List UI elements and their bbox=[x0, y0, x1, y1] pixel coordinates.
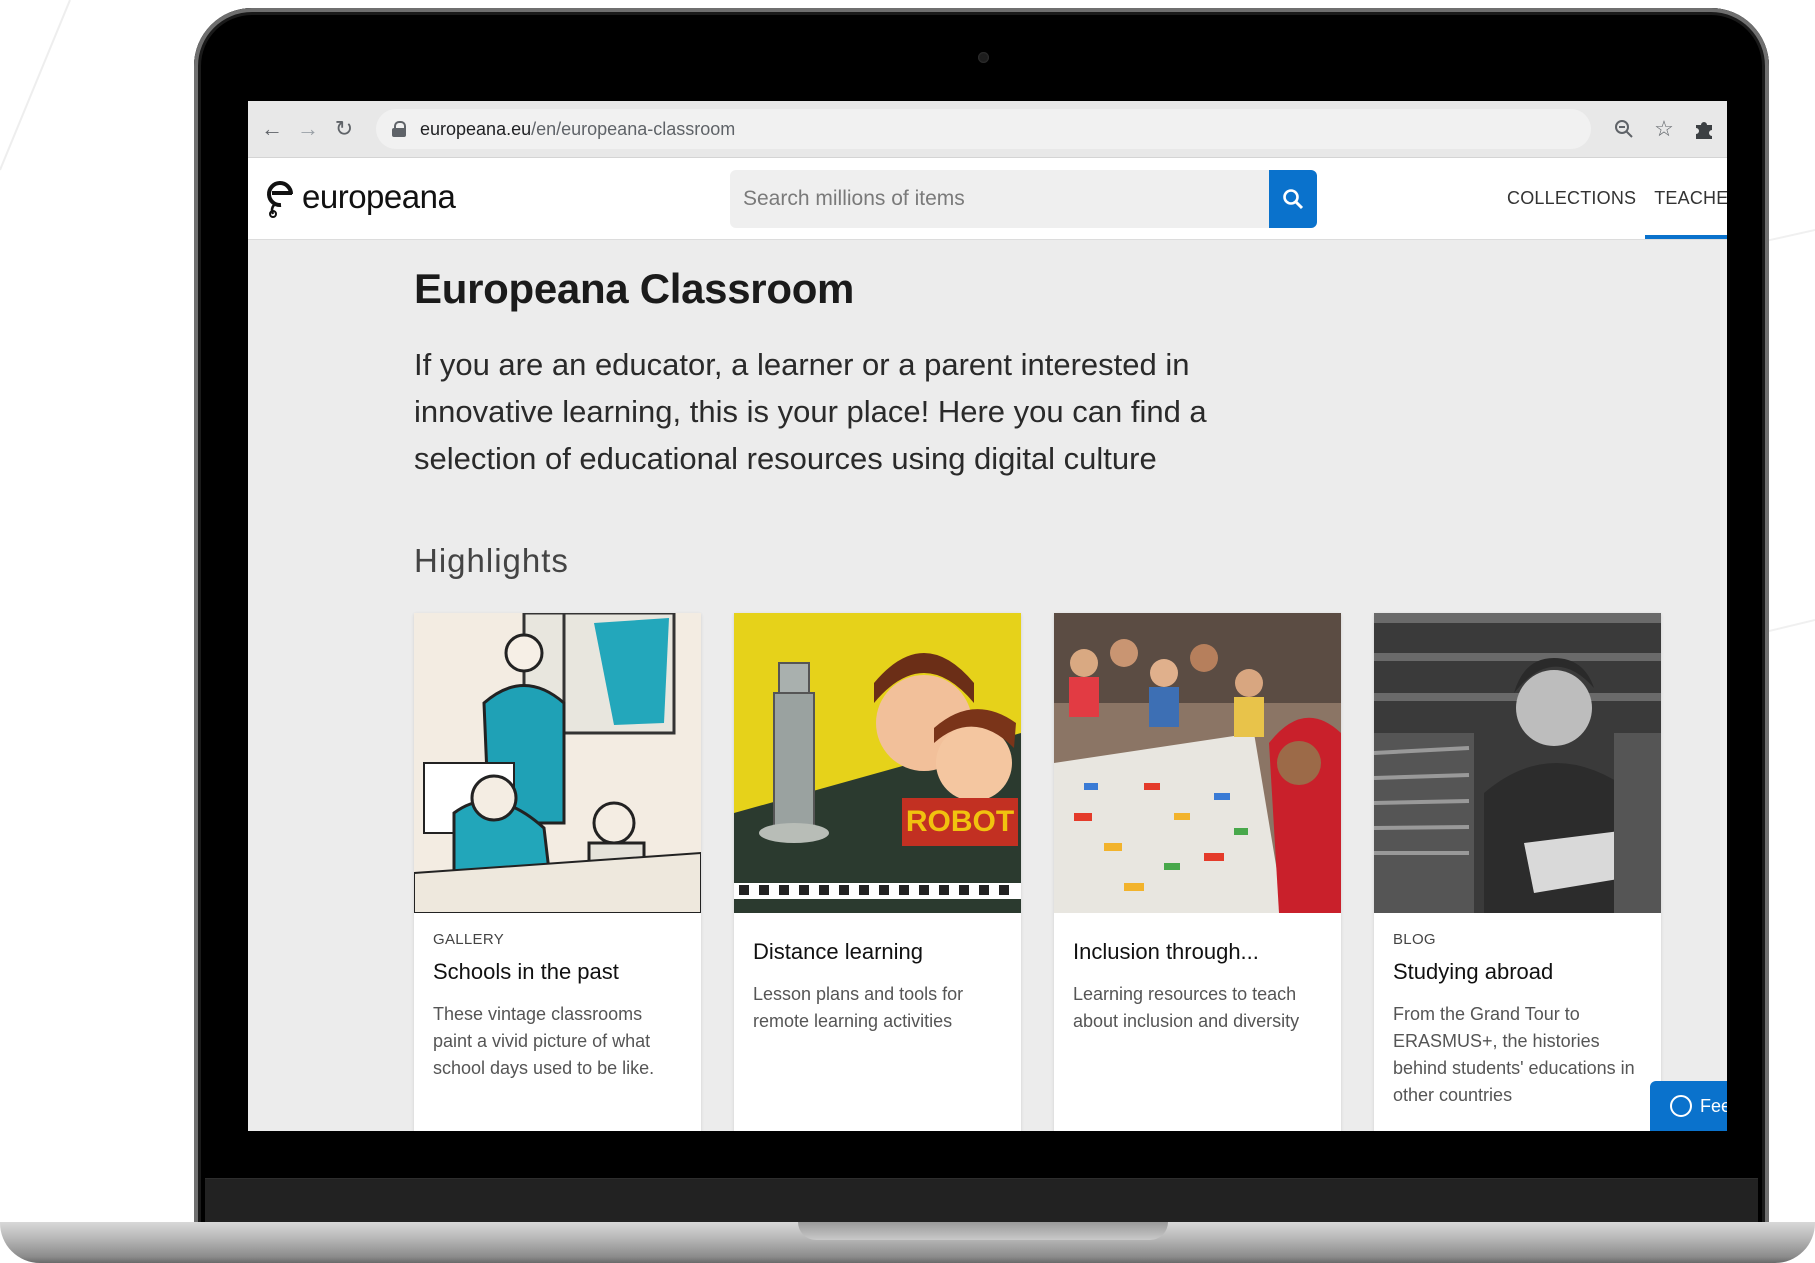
card-title: Studying abroad bbox=[1393, 959, 1554, 984]
highlight-cards: GALLERY Schools in the past These vintag… bbox=[414, 613, 1661, 1131]
search-bar bbox=[730, 170, 1317, 228]
card-image-classroom bbox=[414, 613, 701, 913]
card-type: GALLERY bbox=[433, 931, 505, 948]
url-host: europeana.eu bbox=[420, 118, 532, 139]
lock-icon bbox=[392, 121, 406, 137]
card-description: Lesson plans and tools for remote learni… bbox=[753, 984, 964, 1031]
reload-icon[interactable]: ↻ bbox=[326, 111, 362, 147]
laptop-notch bbox=[798, 1222, 1168, 1240]
page-intro: If you are an educator, a learner or a p… bbox=[414, 347, 1207, 476]
card-inclusion[interactable]: Inclusion through... Learning resources … bbox=[1054, 613, 1341, 1131]
page-title: Europeana Classroom bbox=[414, 265, 855, 312]
extensions-puzzle-icon[interactable] bbox=[1689, 114, 1719, 144]
address-bar[interactable]: europeana.eu/en/europeana-classroom bbox=[376, 109, 1591, 149]
card-image-student-books bbox=[1374, 613, 1661, 913]
card-title: Inclusion through... bbox=[1073, 939, 1259, 964]
laptop-bezel-bottom bbox=[205, 1178, 1758, 1225]
search-button[interactable] bbox=[1269, 170, 1317, 228]
logo-text: europeana bbox=[302, 178, 456, 215]
browser-toolbar: ← → ↻ europeana.eu/en/europeana-classroo… bbox=[248, 101, 1727, 158]
nav-teachers[interactable]: TEACHERS bbox=[1645, 158, 1727, 239]
zoom-out-icon[interactable] bbox=[1609, 114, 1639, 144]
feedback-label: Fee bbox=[1700, 1095, 1727, 1116]
card-description: Learning resources to teach about inclus… bbox=[1073, 984, 1300, 1031]
nav-collections[interactable]: COLLECTIONS bbox=[1498, 158, 1645, 239]
top-navigation: COLLECTIONS TEACHERS bbox=[1498, 158, 1727, 239]
site-header: europeana COLLECTIONS TEACHERS bbox=[248, 158, 1727, 240]
search-icon bbox=[1283, 189, 1304, 210]
back-arrow-icon[interactable]: ← bbox=[254, 111, 290, 147]
europeana-logo-icon bbox=[267, 181, 293, 218]
highlights-heading: Highlights bbox=[414, 542, 569, 579]
robot-box-text: ROBOT bbox=[906, 805, 1014, 838]
search-input[interactable] bbox=[730, 170, 1269, 228]
bookmark-star-icon[interactable]: ☆ bbox=[1649, 114, 1679, 144]
card-description: From the Grand Tour to ERASMUS+, the his… bbox=[1393, 1004, 1635, 1105]
camera bbox=[978, 52, 989, 63]
forward-arrow-icon[interactable]: → bbox=[290, 111, 326, 147]
feedback-button[interactable]: Fee bbox=[1650, 1081, 1727, 1131]
card-title: Schools in the past bbox=[433, 959, 619, 984]
url-path: /en/europeana-classroom bbox=[531, 118, 736, 139]
feedback-icon bbox=[1670, 1095, 1692, 1117]
card-image-children-painting bbox=[1054, 613, 1341, 913]
card-distance-learning[interactable]: ROBOT Distance learning Lesson plans and… bbox=[734, 613, 1021, 1131]
card-studying-abroad[interactable]: BLOG Studying abroad From the Grand Tour… bbox=[1374, 613, 1661, 1131]
card-description: These vintage classrooms paint a vivid p… bbox=[433, 1004, 655, 1078]
laptop-screen: ← → ↻ europeana.eu/en/europeana-classroo… bbox=[248, 101, 1727, 1131]
card-schools-in-the-past[interactable]: GALLERY Schools in the past These vintag… bbox=[414, 613, 701, 1131]
card-type: BLOG bbox=[1393, 931, 1436, 948]
europeana-logo[interactable]: europeana bbox=[264, 176, 456, 218]
card-image-robot-game: ROBOT bbox=[734, 613, 1021, 913]
card-title: Distance learning bbox=[753, 939, 923, 964]
